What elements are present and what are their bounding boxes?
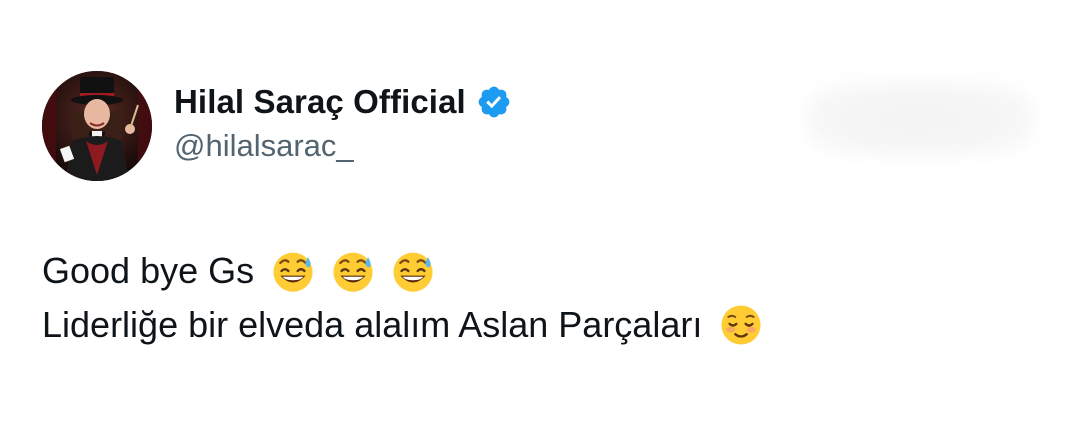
grinning-sweat-emoji-icon [390, 248, 436, 294]
author-name-row: Hilal Saraç Official [174, 80, 512, 124]
tweet-line-1-text: Good bye Gs [42, 250, 255, 291]
grinning-sweat-emoji-icon [330, 248, 376, 294]
avatar-image [42, 71, 152, 181]
author-display-name[interactable]: Hilal Saraç Official [174, 83, 466, 121]
tweet-card: Hilal Saraç Official @hilalsarac_ Good b… [0, 0, 1080, 423]
avatar[interactable] [42, 71, 152, 181]
tweet-line-2: Liderliğe bir elveda alalım Aslan Parçal… [42, 298, 764, 352]
smiling-blush-emoji-icon [718, 302, 764, 348]
tweet-line-1: Good bye Gs [42, 244, 764, 298]
grinning-sweat-emoji-icon [270, 248, 316, 294]
author-handle[interactable]: @hilalsarac_ [174, 128, 354, 164]
blurred-region [802, 80, 1038, 158]
verified-badge-icon[interactable] [476, 84, 512, 120]
tweet-line-2-text: Liderliğe bir elveda alalım Aslan Parçal… [42, 304, 703, 345]
tweet-text: Good bye Gs Liderliğe bir elveda alalım … [42, 244, 764, 352]
